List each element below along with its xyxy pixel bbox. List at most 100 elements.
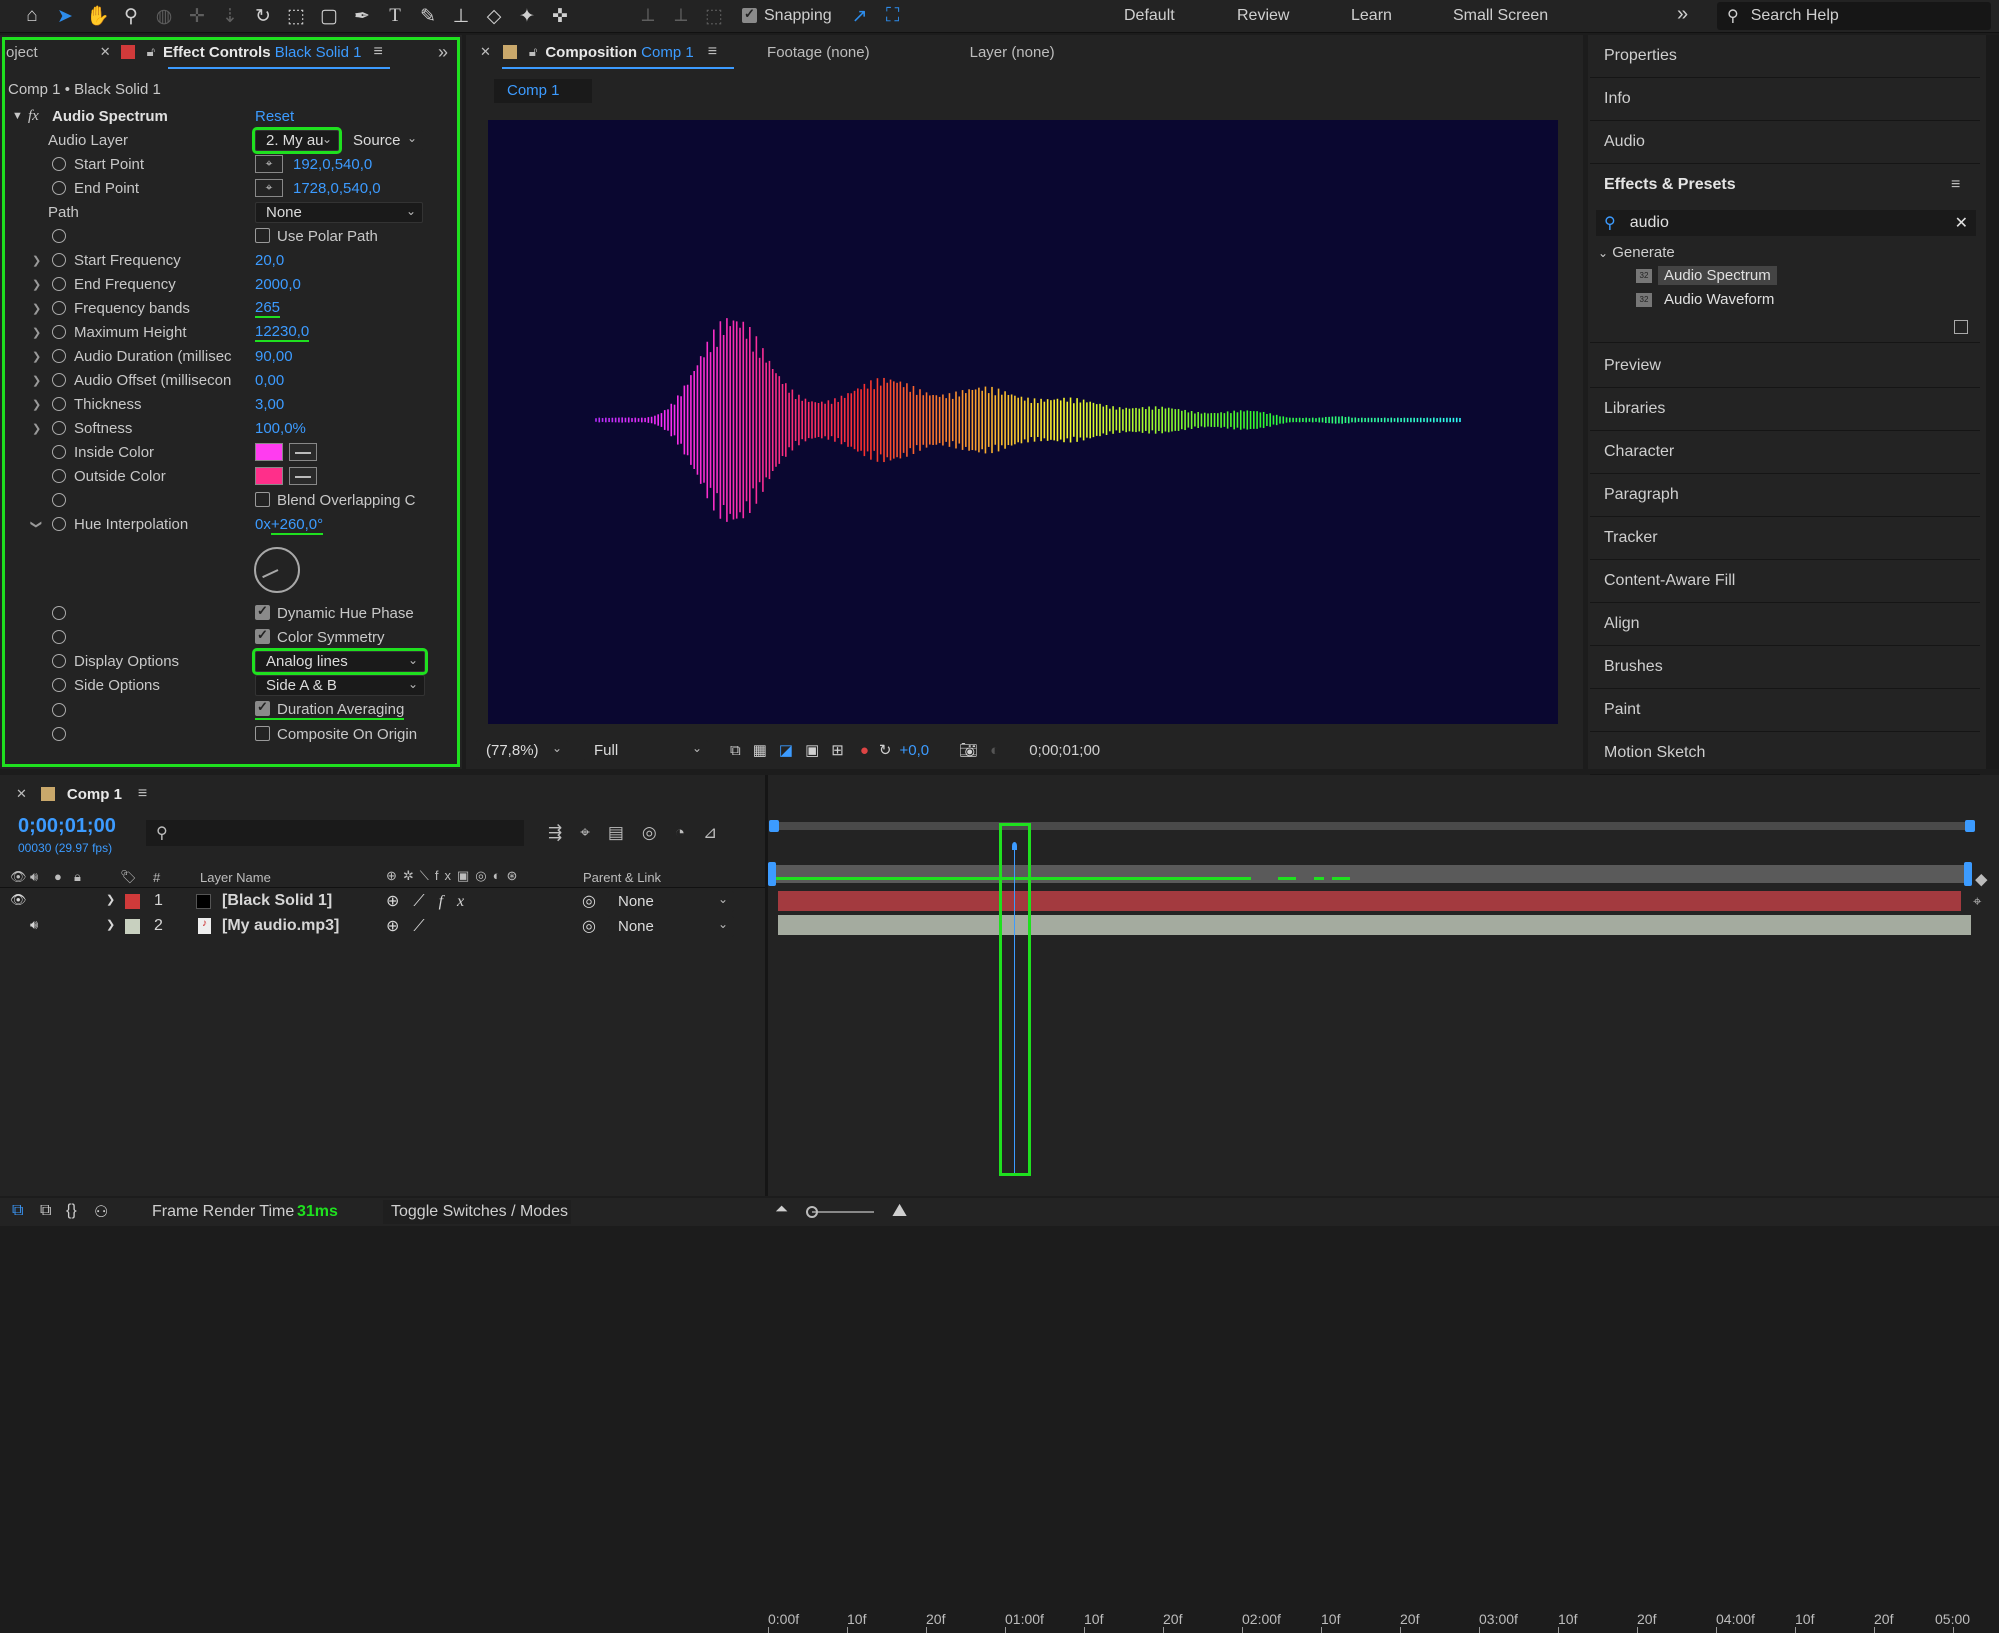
tab-effect-controls[interactable]: Effect Controls Black Solid 1 [163, 44, 361, 61]
workspaces-overflow-icon[interactable]: » [1677, 3, 1688, 26]
tab-composition[interactable]: Composition Comp 1 [545, 44, 693, 61]
panel-effects-presets[interactable]: Effects & Presets [1604, 176, 1736, 194]
workspace-learn[interactable]: Learn [1351, 7, 1392, 25]
layer-row[interactable]: 👁︎ ❯ 1 [Black Solid 1] ⊕⟋fx ◎ None ⌄ [0, 889, 765, 914]
panel-menu-icon[interactable]: ≡ [1951, 176, 1960, 194]
stopwatch-icon[interactable] [52, 606, 66, 620]
zoom-in-icon[interactable]: ⛰ [892, 1200, 907, 1221]
dolly-camera-icon[interactable]: ⇣ [216, 2, 244, 30]
parent-dropdown[interactable]: None ⌄ [608, 891, 734, 912]
eyedropper-icon[interactable] [289, 443, 317, 462]
visibility-eye-icon[interactable]: 👁︎ [10, 892, 27, 908]
panel-audio[interactable]: Audio [1604, 133, 1645, 151]
stopwatch-icon[interactable] [52, 349, 66, 363]
panel-paragraph[interactable]: Paragraph [1604, 486, 1679, 504]
use-polar-path-checkbox[interactable]: Use Polar Path [255, 228, 378, 245]
clone-stamp-icon[interactable]: ⊥ [447, 2, 475, 30]
hue-revolutions[interactable]: 0x [255, 516, 271, 533]
panel-tracker[interactable]: Tracker [1604, 529, 1658, 547]
work-area-bar[interactable] [776, 865, 1968, 883]
stopwatch-icon[interactable] [52, 301, 66, 315]
reset-exposure-icon[interactable]: ↻ [879, 741, 892, 759]
timeline-divider[interactable] [765, 775, 768, 1196]
snap-features-icon[interactable]: ⛶ [879, 2, 907, 30]
zoom-slider-track[interactable] [812, 1211, 874, 1213]
selection-tool-icon[interactable]: ➤ [51, 2, 79, 30]
parent-dropdown[interactable]: None ⌄ [608, 916, 734, 937]
audio-layer-dropdown[interactable]: 2. My au ⌄ [252, 127, 342, 154]
stopwatch-icon[interactable] [52, 703, 66, 717]
panel-menu-icon[interactable]: ≡ [373, 43, 382, 61]
start-frequency-value[interactable]: 20,0 [255, 252, 284, 269]
current-time-display[interactable]: 0;00;01;00 [18, 815, 116, 838]
render-time-toggle-icon[interactable]: ⚇ [94, 1202, 108, 1222]
stopwatch-icon[interactable] [52, 373, 66, 387]
stopwatch-icon[interactable] [52, 517, 66, 531]
duration-averaging-checkbox[interactable]: Duration Averaging [255, 699, 405, 720]
comp-mini-flowchart-icon[interactable]: ⇶ [548, 823, 562, 843]
comp-viewer[interactable] [488, 120, 1558, 724]
stopwatch-icon[interactable] [52, 181, 66, 195]
workspace-small-screen[interactable]: Small Screen [1453, 7, 1548, 25]
side-options-dropdown[interactable]: Side A & B ⌄ [255, 675, 425, 696]
layer-row[interactable]: 🔊︎ ❯ 2 ♪ [My audio.mp3] ⊕⟋ ◎ None ⌄ [0, 914, 765, 939]
viewer-timecode[interactable]: 0;00;01;00 [1029, 742, 1100, 759]
puppet-tool-icon[interactable]: ✜ [546, 2, 574, 30]
collapse-chevron-icon[interactable]: ▼ [12, 110, 23, 122]
guides-icon[interactable]: ⊞ [831, 741, 844, 759]
timeline-search-field[interactable]: ⚲ [146, 820, 524, 846]
lock-icon[interactable]: 🔒︎ [74, 869, 81, 885]
tab-project[interactable]: oject [6, 44, 38, 61]
layer-label-color[interactable] [125, 894, 140, 909]
stopwatch-icon[interactable] [52, 654, 66, 668]
layer-name[interactable]: [My audio.mp3] [222, 917, 339, 935]
fast-preview-icon[interactable]: ⧉ [730, 742, 741, 759]
stopwatch-icon[interactable] [52, 229, 66, 243]
navigator-start-handle[interactable] [769, 820, 779, 832]
audio-switch-icon[interactable]: 🔊︎ [30, 869, 38, 885]
category-generate[interactable]: ⌄ Generate [1598, 244, 1675, 261]
work-area-start-handle[interactable] [768, 862, 776, 886]
source-dropdown[interactable]: Source ⌄ [343, 130, 423, 151]
pen-tool-icon[interactable]: ✒ [348, 2, 376, 30]
maximum-height-value[interactable]: 12230,0 [255, 323, 310, 342]
stopwatch-icon[interactable] [52, 630, 66, 644]
stopwatch-icon[interactable] [52, 469, 66, 483]
stopwatch-icon[interactable] [52, 397, 66, 411]
pan-behind-tool-icon[interactable]: ⬚ [282, 2, 310, 30]
end-point-value[interactable]: 1728,0,540,0 [293, 180, 381, 197]
layer-duration-bar[interactable] [778, 891, 1961, 911]
lock-icon[interactable]: 🔓︎ [529, 44, 537, 60]
audio-duration-value[interactable]: 90,00 [255, 348, 293, 365]
outside-color-swatch[interactable] [255, 467, 283, 486]
mask-visibility-icon[interactable]: ◪ [779, 741, 793, 759]
motion-blur-icon[interactable]: ◔ [675, 823, 685, 843]
expand-chevron-icon[interactable]: ❯ [32, 302, 41, 315]
close-tab-icon[interactable]: ✕ [480, 44, 491, 60]
label-tag-icon[interactable]: 🏷︎ [120, 869, 137, 885]
magnification-dropdown[interactable]: (77,8%) ⌄ [476, 739, 568, 761]
panel-brushes[interactable]: Brushes [1604, 658, 1663, 676]
panel-properties[interactable]: Properties [1604, 47, 1677, 65]
eraser-tool-icon[interactable]: ◇ [480, 2, 508, 30]
snap-edges-icon[interactable]: ↗ [846, 2, 874, 30]
expand-chevron-icon[interactable]: ❯ [32, 398, 41, 411]
workspace-review[interactable]: Review [1237, 7, 1289, 25]
close-tab-icon[interactable]: ✕ [16, 786, 27, 802]
transfer-controls-icon[interactable]: ⧉ [40, 1202, 51, 1220]
tab-layer[interactable]: Layer (none) [970, 44, 1055, 61]
stopwatch-icon[interactable] [52, 421, 66, 435]
stopwatch-icon[interactable] [52, 325, 66, 339]
time-navigator[interactable] [769, 820, 1975, 832]
panel-motion-sketch[interactable]: Motion Sketch [1604, 744, 1705, 762]
layer-switch-icons[interactable]: ⊕⟋ [386, 916, 439, 936]
eyedropper-icon[interactable] [289, 467, 317, 486]
hand-tool-icon[interactable]: ✋ [84, 2, 112, 30]
panel-align[interactable]: Align [1604, 615, 1640, 633]
stopwatch-icon[interactable] [52, 157, 66, 171]
brush-tool-icon[interactable]: ✎ [414, 2, 442, 30]
axis-world-icon[interactable]: ⟂ [667, 2, 695, 30]
pickwhip-icon[interactable]: ◎ [582, 916, 596, 936]
close-tab-icon[interactable]: ✕ [100, 44, 111, 60]
hue-angle-dial[interactable] [254, 547, 300, 593]
